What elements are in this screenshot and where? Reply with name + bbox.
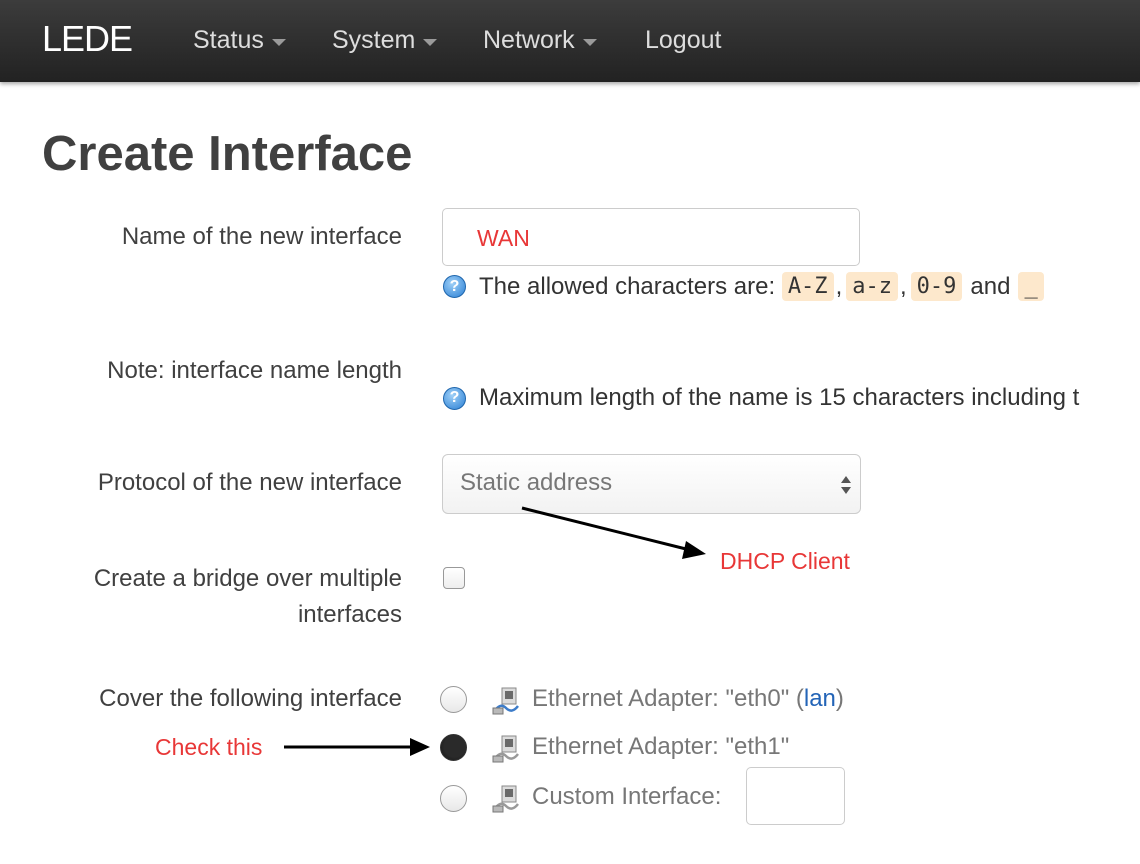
arrow-head-dhcp-icon: [682, 541, 706, 559]
arrow-to-dhcp: [521, 506, 691, 552]
arrow-head-eth1-icon: [410, 738, 430, 756]
annotation-arrows: [284, 506, 706, 756]
